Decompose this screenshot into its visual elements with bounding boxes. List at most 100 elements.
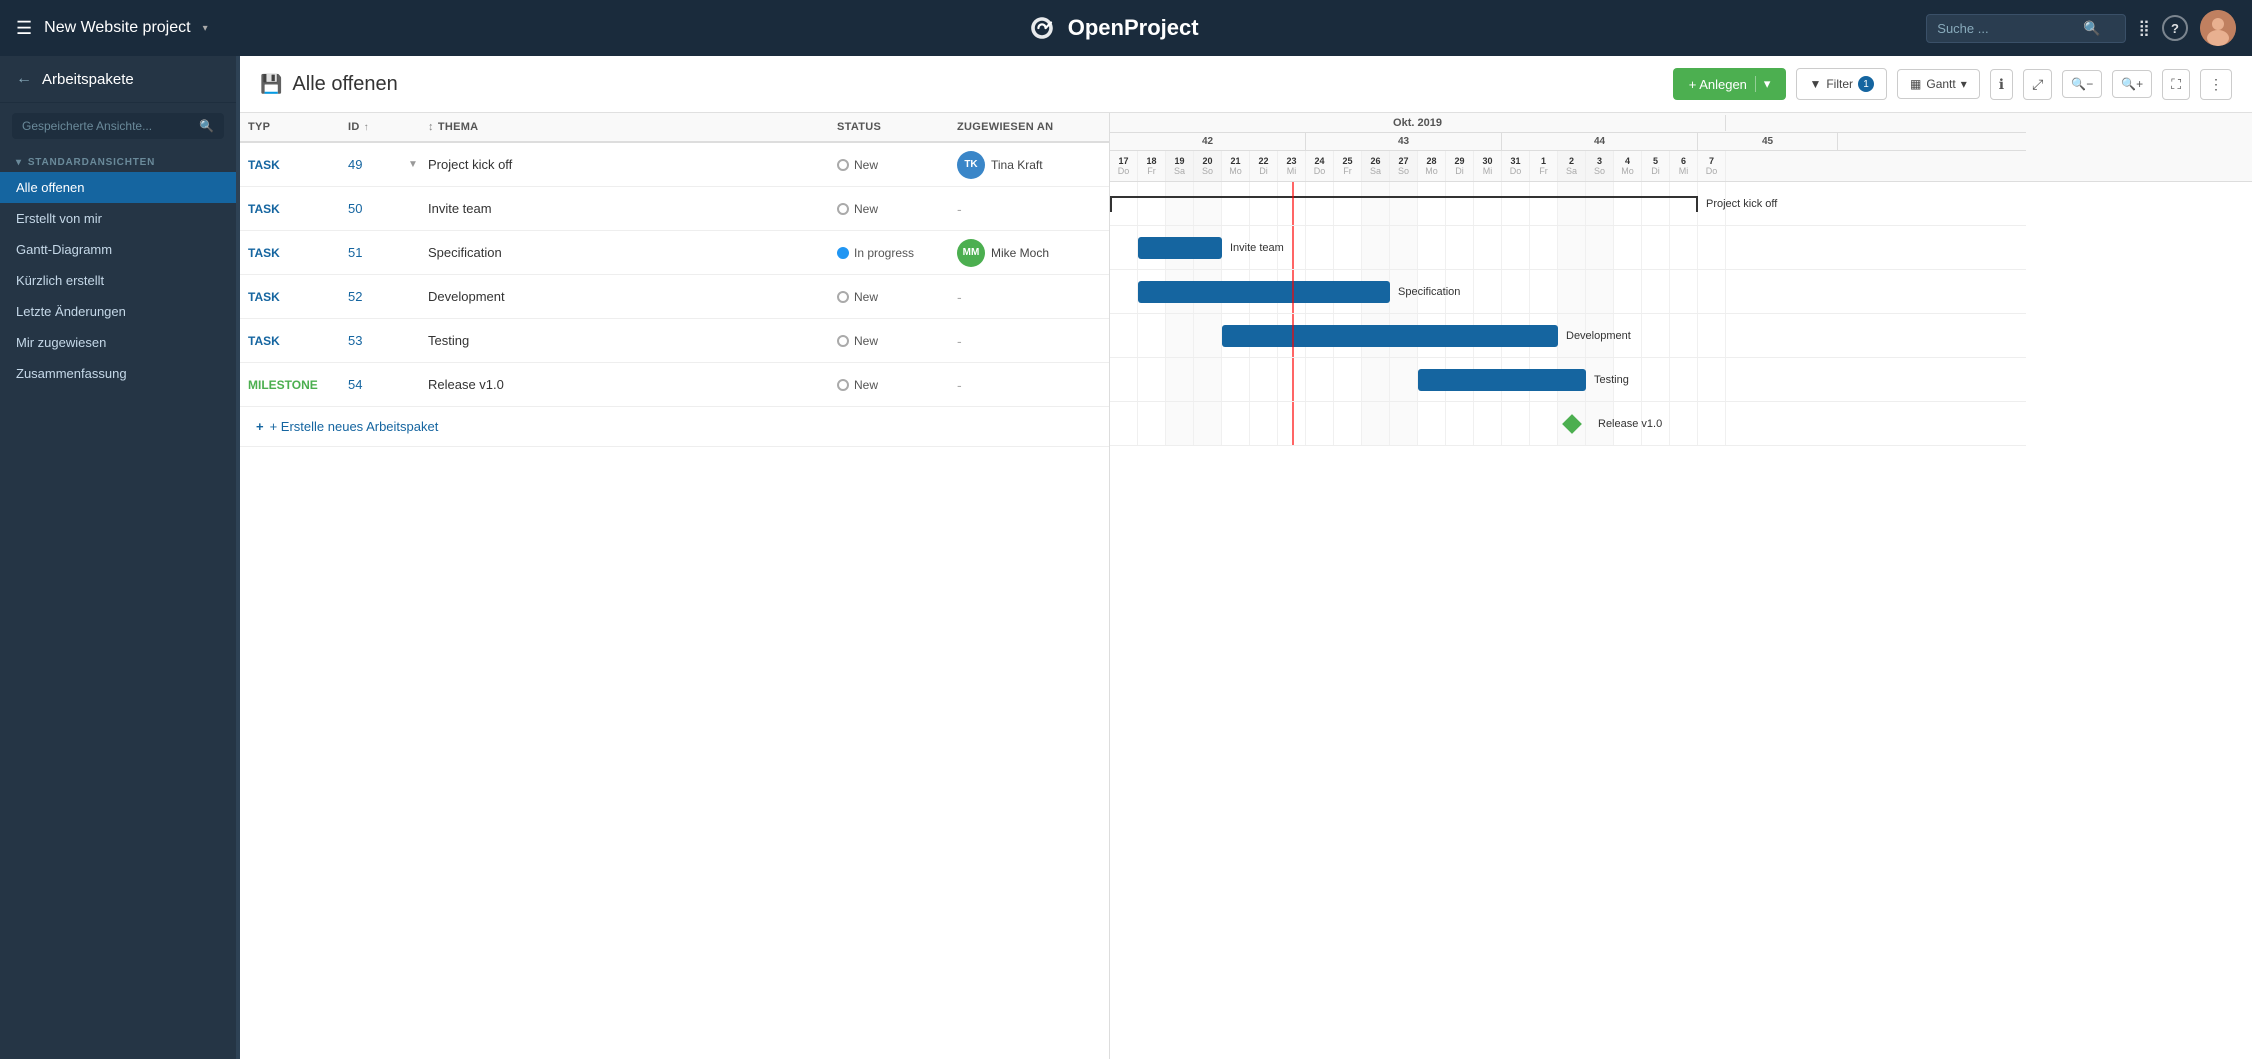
zoom-in-button[interactable]: 🔍+ [2112,70,2152,98]
td-collapse[interactable]: ▼ [400,155,420,174]
gantt-grid-cell [1474,270,1502,313]
main-layout: ← Arbeitspakete 🔍 ▾ STANDARDANSICHTEN Al… [0,56,2252,1059]
collapse-icon[interactable]: ▼ [408,159,418,170]
td-collapse [400,205,420,213]
table-row: TASK50Invite teamNew- [240,187,1109,231]
gantt-day-cell: 28Mo [1418,151,1446,181]
status-circle [837,379,849,391]
day-name: So [1202,166,1213,176]
status-label: New [854,334,878,348]
td-subject[interactable]: Specification [420,241,829,264]
collapse-section-icon[interactable]: ▾ [16,157,22,168]
gantt-grid-cell [1698,358,1726,401]
sidebar-item-mir-zugewiesen[interactable]: Mir zugewiesen [0,327,236,358]
sort-icon: ↑ [364,122,369,133]
more-button[interactable]: ⋮ [2200,69,2232,100]
filter-badge: 1 [1858,76,1874,92]
gantt-grid-cell [1250,402,1278,445]
search-input[interactable] [1937,21,2077,36]
avatar[interactable] [2200,10,2236,46]
sidebar-search-box[interactable]: 🔍 [12,113,224,139]
td-type[interactable]: MILESTONE [240,374,340,396]
assignee-dash: - [957,377,962,393]
td-subject[interactable]: Development [420,285,829,308]
gantt-bar[interactable] [1418,369,1586,391]
gantt-grid-cell [1698,402,1726,445]
td-subject[interactable]: Release v1.0 [420,373,829,396]
th-id[interactable]: ID ↑ [340,121,400,133]
sidebar-item-alle-offenen[interactable]: Alle offenen [0,172,236,203]
sidebar-search-input[interactable] [22,119,193,133]
td-assignee: - [949,373,1109,397]
gantt-grid-cell [1502,226,1530,269]
gantt-grid-cell [1558,226,1586,269]
td-subject[interactable]: Project kick off [420,153,829,176]
zoom-out-button[interactable]: 🔍− [2062,70,2102,98]
sidebar-item-gantt-diagramm[interactable]: Gantt-Diagramm [0,234,236,265]
gantt-grid-cell [1194,314,1222,357]
create-work-package-link[interactable]: + + Erstelle neues Arbeitspaket [240,407,1109,447]
td-type[interactable]: TASK [240,242,340,264]
create-button[interactable]: + Anlegen ▾ [1673,68,1787,100]
filter-button[interactable]: ▼ Filter 1 [1796,68,1887,100]
td-id[interactable]: 51 [340,241,400,264]
gantt-grid-cell [1334,402,1362,445]
gantt-grid-cell [1446,226,1474,269]
td-subject[interactable]: Invite team [420,197,829,220]
gantt-bar[interactable] [1222,325,1558,347]
gantt-grid-cell [1446,402,1474,445]
gantt-grid-cell [1166,358,1194,401]
td-id[interactable]: 53 [340,329,400,352]
gantt-day-cell: 18Fr [1138,151,1166,181]
assignee-avatar: MM [957,239,985,267]
gantt-button[interactable]: ▦ Gantt ▾ [1897,69,1980,99]
td-type[interactable]: TASK [240,198,340,220]
grid-icon[interactable]: ⣿ [2138,18,2150,38]
td-id[interactable]: 49 [340,153,400,176]
gantt-grid-cell [1306,402,1334,445]
gantt-grid-cell [1558,270,1586,313]
td-id[interactable]: 54 [340,373,400,396]
status-label: In progress [854,246,914,260]
save-icon[interactable]: 💾 [260,74,282,95]
day-number: 6 [1681,156,1686,166]
expand-button[interactable]: ⤢ [2023,69,2052,100]
today-line [1292,358,1294,401]
toolbar-actions: + Anlegen ▾ ▼ Filter 1 ▦ Gantt ▾ ℹ ⤢ 🔍− … [1673,68,2232,100]
sidebar-item-zusammenfassung[interactable]: Zusammenfassung [0,358,236,389]
help-icon[interactable]: ? [2162,15,2188,41]
td-type[interactable]: TASK [240,154,340,176]
gantt-bar[interactable] [1138,281,1390,303]
gantt-bar-label: Invite team [1230,242,1284,254]
status-circle [837,291,849,303]
back-icon[interactable]: ← [16,70,32,88]
hamburger-icon[interactable]: ☰ [16,18,32,39]
sidebar-item-kurzlich-erstellt[interactable]: Kürzlich erstellt [0,265,236,296]
th-type: TYP [240,121,340,133]
search-box[interactable]: 🔍 [1926,14,2126,43]
day-name: Fr [1147,166,1156,176]
td-id[interactable]: 52 [340,285,400,308]
gantt-day-cell: 31Do [1502,151,1530,181]
td-subject[interactable]: Testing [420,329,829,352]
th-subject[interactable]: ↕ THEMA [420,121,829,133]
logo-text: OpenProject [1068,15,1199,41]
create-dropdown-icon[interactable]: ▾ [1755,76,1771,92]
td-type[interactable]: TASK [240,330,340,352]
sidebar-header: ← Arbeitspakete [0,56,236,103]
sidebar-item-letzte-anderungen[interactable]: Letzte Änderungen [0,296,236,327]
gantt-grid-cell [1586,226,1614,269]
sidebar-item-erstellt-von-mir[interactable]: Erstellt von mir [0,203,236,234]
gantt-body-row: Testing [1110,358,2026,402]
td-type[interactable]: TASK [240,286,340,308]
info-button[interactable]: ℹ [1990,69,2013,100]
gantt-month-row: Okt. 2019 [1110,113,2026,133]
project-dropdown-icon[interactable]: ▾ [203,23,208,34]
project-title[interactable]: New Website project [44,19,190,37]
fullscreen-button[interactable]: ⛶ [2162,69,2190,100]
gantt-dropdown-icon[interactable]: ▾ [1961,77,1967,91]
td-id[interactable]: 50 [340,197,400,220]
td-status: In progress [829,242,949,264]
gantt-bar[interactable] [1138,237,1222,259]
day-name: So [1594,166,1605,176]
